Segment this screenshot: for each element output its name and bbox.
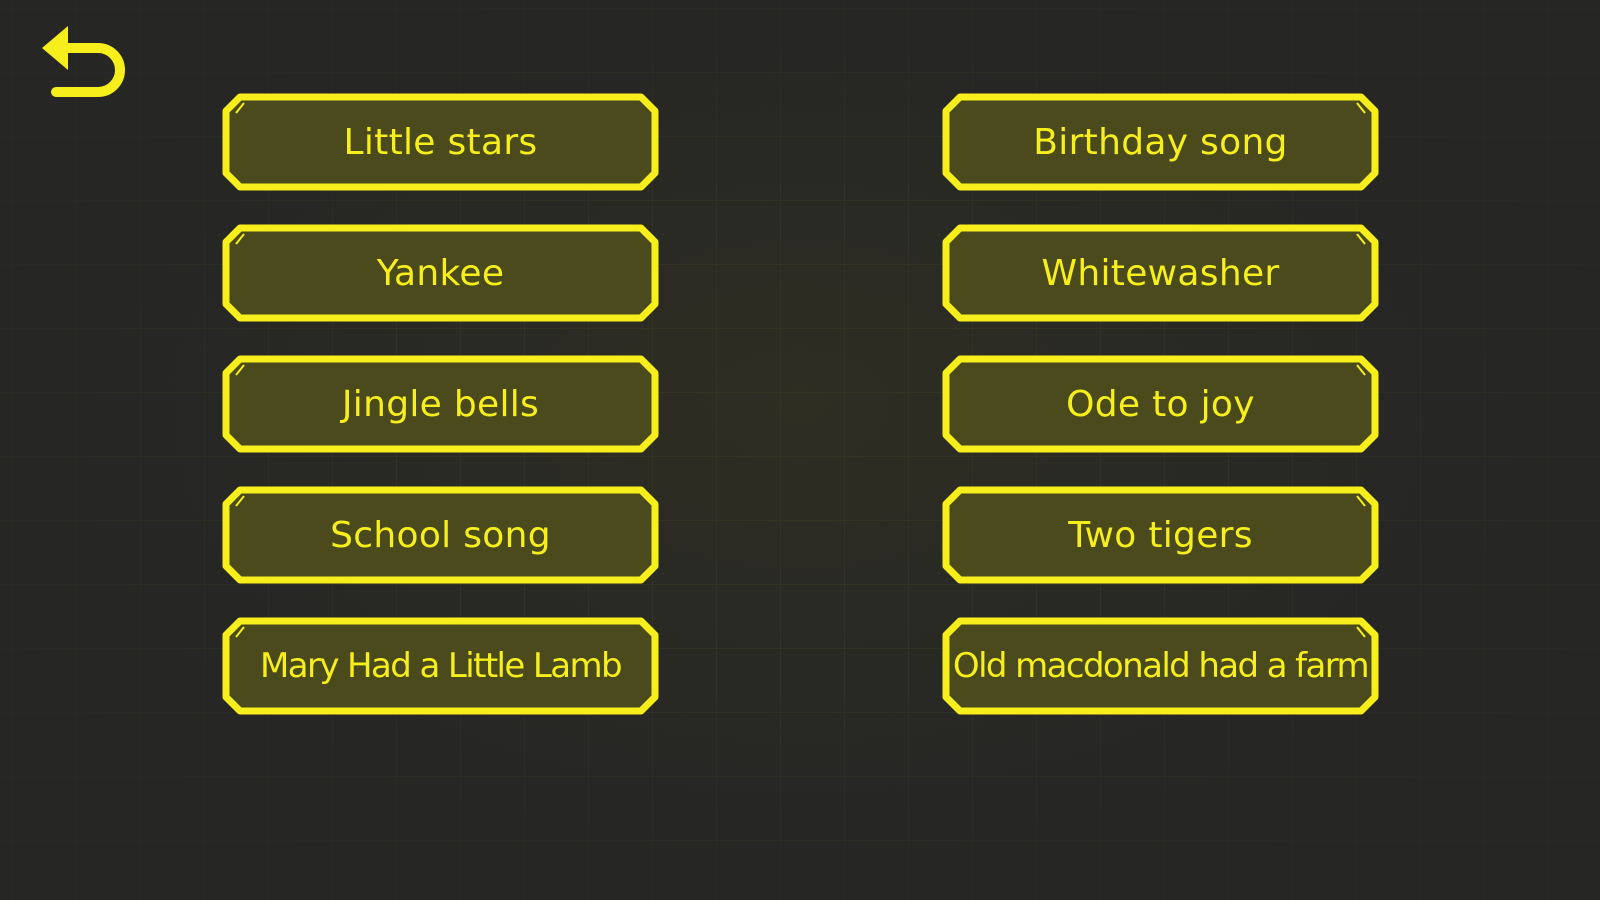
song-button-two-tigers[interactable]: Two tigers bbox=[942, 486, 1379, 584]
song-label: Yankee bbox=[376, 252, 505, 294]
song-button-school-song[interactable]: School song bbox=[222, 486, 659, 584]
song-button-yankee[interactable]: Yankee bbox=[222, 224, 659, 322]
song-label: Old macdonald had a farm bbox=[952, 646, 1370, 686]
song-label: Whitewasher bbox=[1041, 252, 1280, 294]
song-button-ode-to-joy[interactable]: Ode to joy bbox=[942, 355, 1379, 453]
song-label: Mary Had a Little Lamb bbox=[259, 646, 623, 686]
undo-arrow-icon bbox=[42, 26, 125, 97]
song-button-little-stars[interactable]: Little stars bbox=[222, 93, 659, 191]
song-button-jingle-bells[interactable]: Jingle bells bbox=[222, 355, 659, 453]
song-button-old-macdonald-had-a-farm[interactable]: Old macdonald had a farm bbox=[942, 617, 1379, 715]
song-label: School song bbox=[330, 514, 551, 556]
song-label: Ode to joy bbox=[1066, 383, 1255, 425]
song-label: Jingle bells bbox=[341, 383, 540, 425]
song-button-mary-had-a-little-lamb[interactable]: Mary Had a Little Lamb bbox=[222, 617, 659, 715]
song-label: Little stars bbox=[343, 121, 538, 163]
back-button[interactable] bbox=[36, 18, 126, 102]
song-button-birthday-song[interactable]: Birthday song bbox=[942, 93, 1379, 191]
song-label: Birthday song bbox=[1033, 121, 1288, 163]
song-label: Two tigers bbox=[1068, 514, 1253, 556]
song-button-whitewasher[interactable]: Whitewasher bbox=[942, 224, 1379, 322]
